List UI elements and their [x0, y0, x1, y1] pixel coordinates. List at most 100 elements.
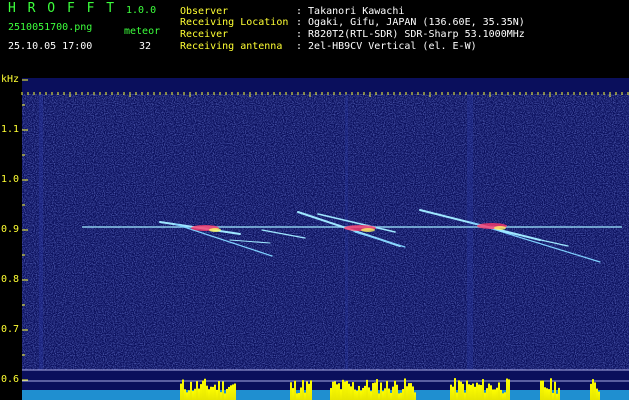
- signal-level-bar: [450, 384, 452, 400]
- meteor-head: [209, 228, 221, 232]
- signal-level-bar: [218, 381, 220, 400]
- signal-level-bar: [298, 393, 300, 400]
- signal-level-bar: [412, 386, 414, 400]
- signal-level-bar: [488, 383, 490, 400]
- signal-level-bar: [552, 392, 554, 400]
- meteor-head: [361, 228, 375, 232]
- signal-level-bar: [332, 381, 334, 400]
- signal-level-bar: [342, 379, 344, 400]
- signal-level-bar: [196, 381, 198, 400]
- meteor-trace: [297, 211, 401, 247]
- signal-level-bar: [492, 389, 494, 400]
- signal-level-bar: [464, 392, 466, 400]
- signal-level-bar: [192, 390, 194, 400]
- signal-level-bar: [200, 384, 202, 400]
- x-axis-ticks: [21, 92, 629, 97]
- y-tick-label: 0.6: [1, 374, 20, 385]
- meteor-count: 32: [139, 41, 152, 52]
- signal-level-bar: [208, 389, 210, 400]
- signal-level-bar: [590, 383, 592, 400]
- signal-level-bar: [184, 389, 186, 400]
- signal-level-bar: [378, 393, 380, 400]
- signal-level-bar: [368, 387, 370, 400]
- signal-level-bar: [478, 384, 480, 400]
- signal-level-bar: [364, 385, 366, 400]
- x-tick-label: 1710: [598, 80, 623, 91]
- signal-level-bar: [354, 389, 356, 400]
- signal-level-bar: [456, 392, 458, 400]
- x-tick-label: 1702: [118, 80, 143, 91]
- signal-level-bar: [494, 389, 496, 400]
- x-tick-label: 1709: [538, 80, 563, 91]
- meteor-trace: [354, 231, 406, 248]
- signal-level-bar: [360, 390, 362, 400]
- meteor-trace: [159, 221, 241, 235]
- signal-level-bar: [384, 388, 386, 400]
- meteor-echo-group: [297, 211, 406, 248]
- signal-level-bar: [388, 388, 390, 400]
- spectrogram-plot: [21, 78, 629, 400]
- signal-level-bar: [392, 386, 394, 400]
- signal-level-bar: [348, 383, 350, 400]
- signal-level-bar: [396, 384, 398, 400]
- signal-level-bar: [398, 393, 400, 400]
- signal-level-bar: [292, 388, 294, 400]
- app-version: 1.0.0: [126, 5, 157, 16]
- x-tick-label: 1705: [298, 80, 323, 91]
- signal-level-bar: [370, 391, 372, 400]
- signal-level-bar: [402, 389, 404, 400]
- signal-level-bar: [408, 383, 410, 400]
- signal-level-bar: [372, 383, 374, 400]
- meteor-trace: [174, 223, 273, 257]
- signal-level-bar: [294, 380, 296, 400]
- signal-level-bar: [346, 380, 348, 400]
- signal-level-bar: [596, 388, 598, 400]
- signal-level-bar: [228, 386, 230, 400]
- signal-level-bar: [474, 386, 476, 400]
- signal-level-bar: [490, 385, 492, 400]
- signal-level-bar: [386, 380, 388, 400]
- signal-level-bars: [180, 378, 600, 400]
- meteor-head: [477, 223, 507, 229]
- signal-level-bar: [334, 381, 336, 400]
- y-tick-label: 0.8: [1, 274, 20, 285]
- signal-level-bar: [376, 379, 378, 400]
- signal-level-bar: [198, 388, 200, 400]
- signal-level-bar: [290, 382, 292, 400]
- signal-level-bar: [222, 381, 224, 400]
- signal-level-bar: [308, 383, 310, 400]
- signal-level-bar: [226, 388, 228, 400]
- signal-level-bar: [362, 387, 364, 400]
- x-tick-label: 1708: [478, 80, 503, 91]
- x-tick-label: 1703: [178, 80, 203, 91]
- signal-level-bar: [482, 379, 484, 400]
- y-tick-label: 0.7: [1, 324, 20, 335]
- signal-level-bar: [374, 382, 376, 400]
- receiver-value: : R820T2(RTL-SDR) SDR-Sharp 53.1000MHz: [296, 29, 525, 40]
- y-axis-unit: kHz: [1, 74, 20, 85]
- signal-level-bar: [356, 390, 358, 400]
- meteor-trace: [419, 209, 541, 241]
- signal-band: [39, 94, 43, 370]
- signal-level-bar: [194, 388, 196, 400]
- signal-level-bar: [204, 378, 206, 400]
- signal-level-bar: [336, 384, 338, 400]
- signal-level-bar: [496, 387, 498, 400]
- meteor-trace: [499, 230, 569, 247]
- signal-level-bar: [554, 381, 556, 400]
- hrofft-window: H R O F F T 1.0.0 2510051700.png meteor …: [0, 0, 629, 400]
- signal-level-bar: [500, 389, 502, 400]
- signal-level-bar: [484, 392, 486, 400]
- spectrogram-noise: [22, 94, 629, 370]
- signal-level-bar: [452, 386, 454, 400]
- meteor-trace: [229, 239, 271, 244]
- signal-level-bar: [310, 380, 312, 400]
- receiver-label: Receiver: [180, 29, 229, 40]
- signal-level-bar: [182, 379, 184, 400]
- signal-level-bar: [468, 384, 470, 400]
- signal-level-bar: [410, 383, 412, 400]
- signal-level-bar: [206, 385, 208, 400]
- signal-level-bar: [352, 382, 354, 400]
- signal-level-bar: [550, 378, 552, 400]
- signal-level-bar: [224, 393, 226, 400]
